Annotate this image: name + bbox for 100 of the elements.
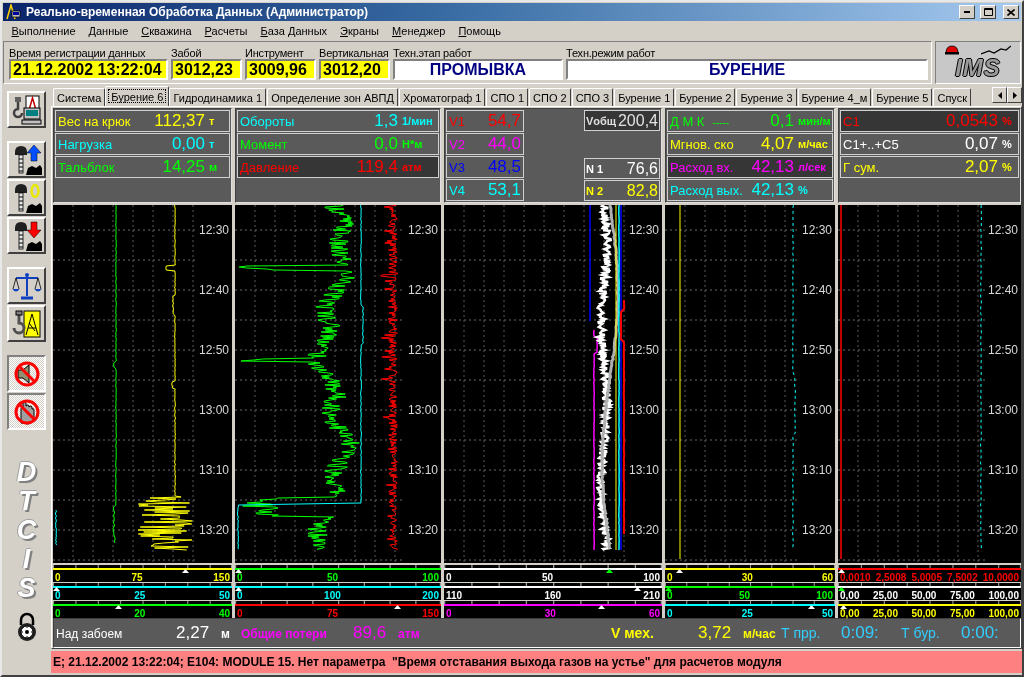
- scale-label: 50: [821, 609, 833, 618]
- status-message: E; 21.12.2002 13:22:04; E104: MODULE 15. Нет параметра "Время отставания выхода газов на устье" для расчетов модуля: [51, 651, 1022, 673]
- field-value: 3009,96: [245, 59, 316, 80]
- scale-label: 20: [134, 609, 146, 618]
- time-label: 12:50: [198, 343, 229, 357]
- tab[interactable]: Бурение 5: [872, 88, 933, 106]
- info-unit: м: [221, 627, 230, 641]
- menu-item[interactable]: Экраны: [333, 24, 386, 37]
- close-button[interactable]: [1003, 5, 1019, 19]
- scale-label: 50,00: [911, 591, 937, 600]
- readout-note: -----: [712, 116, 730, 128]
- scale-label: 100,00: [988, 609, 1019, 618]
- field-value: БУРЕНИЕ: [566, 59, 928, 80]
- info-unit: атм: [398, 627, 420, 641]
- time-label: 12:50: [628, 343, 659, 357]
- tab[interactable]: Бурение 4_м: [797, 88, 872, 106]
- tab[interactable]: СПО 2: [529, 88, 571, 106]
- menu-item[interactable]: Менеджер: [385, 24, 452, 37]
- readout-unit: %: [1001, 115, 1013, 127]
- scale-label: 50,00: [911, 609, 937, 618]
- readout-label: Г сум.: [843, 159, 880, 175]
- hook-derrick-icon: [11, 308, 42, 339]
- readout-value: 14,25: [162, 157, 205, 177]
- readout-value: 76,6: [626, 159, 658, 178]
- menu-item[interactable]: Данные: [82, 24, 135, 37]
- readout-label: Мгнов. ско: [670, 136, 734, 152]
- scale-label: 0: [237, 573, 243, 582]
- time-label: 13:00: [628, 403, 659, 417]
- readout-label: N 2: [586, 184, 604, 197]
- time-label: 12:30: [628, 223, 659, 237]
- readout-label: Расход вых.: [670, 182, 743, 198]
- field-value: 3012,20: [319, 59, 390, 80]
- scroll-right-button[interactable]: [1007, 87, 1022, 103]
- time-label: 13:00: [407, 403, 438, 417]
- maximize-icon: [983, 8, 993, 16]
- info-value: 2,27: [176, 623, 210, 643]
- tab[interactable]: Гидродинамика 1: [169, 88, 267, 106]
- field-value: 3012,23: [171, 59, 242, 80]
- scale-label: 100: [422, 573, 439, 582]
- tab[interactable]: СПО 3: [571, 88, 614, 106]
- info-unit: м/час: [743, 627, 776, 641]
- time-label: 12:30: [987, 223, 1018, 237]
- info-value: 0:00:: [961, 623, 999, 643]
- menu-item[interactable]: Расчеты: [198, 24, 254, 37]
- time-label: 12:40: [198, 283, 229, 297]
- tab[interactable]: Система: [53, 88, 106, 106]
- menu-item[interactable]: Выполнение: [5, 24, 83, 37]
- readout-unit: %: [1001, 161, 1013, 173]
- tab[interactable]: Бурение 3: [736, 88, 797, 106]
- readout-value: 0,1: [770, 111, 794, 131]
- tab[interactable]: Хроматограф 1: [398, 88, 486, 106]
- scale-label: 0,0010: [840, 573, 871, 582]
- tab[interactable]: Спуск: [933, 88, 972, 106]
- readout-label: Момент: [240, 136, 288, 152]
- scroll-left-button[interactable]: [992, 87, 1007, 103]
- scale-label: 2,5008: [875, 573, 907, 582]
- triangle-left-icon: [997, 91, 1002, 99]
- scale-label: 30: [544, 609, 556, 618]
- info-label: V мех.: [611, 625, 655, 641]
- scale-label: 0,00: [840, 609, 860, 618]
- tab[interactable]: Бурение 2: [675, 88, 736, 106]
- toolbar-button[interactable]: [7, 355, 46, 392]
- field-label: Инструмент: [245, 47, 305, 59]
- scale-label: 25,00: [872, 591, 898, 600]
- scale-label: 110: [446, 591, 463, 600]
- info-value: 89,6: [353, 623, 387, 643]
- field-label: Техн.режим работ: [566, 47, 657, 59]
- menu-item[interactable]: Скважина: [134, 24, 199, 37]
- scale-label: 100: [816, 591, 833, 600]
- minimize-button[interactable]: [959, 5, 975, 19]
- maximize-button[interactable]: [980, 5, 996, 19]
- menu-item[interactable]: Помощь: [451, 24, 508, 37]
- tab[interactable]: Определение зон АВПД: [267, 88, 398, 106]
- info-label: Т прр.: [781, 625, 822, 641]
- scale-label: 7,5002: [947, 573, 978, 582]
- info-label: Общие потери: [241, 627, 328, 641]
- time-label: 12:40: [987, 283, 1018, 297]
- readout-label: Нагрузка: [58, 136, 113, 152]
- scale-label: 50: [541, 573, 553, 582]
- readout-unit: Н*м: [401, 138, 424, 150]
- tab[interactable]: СПО 1: [486, 88, 529, 106]
- time-label: 12:40: [407, 283, 438, 297]
- scale-label: 100: [324, 591, 341, 600]
- readout-unit: т: [208, 115, 216, 127]
- readout-value: 0,00: [171, 134, 205, 154]
- readout-value: 0,0: [374, 134, 398, 154]
- time-label: 12:40: [628, 283, 659, 297]
- scale-label: 160: [544, 591, 562, 600]
- scale-label: 100,00: [988, 591, 1019, 600]
- time-label: 12:50: [407, 343, 438, 357]
- scale-label: 30: [741, 573, 753, 582]
- menu-item[interactable]: База Данных: [254, 24, 334, 37]
- scale-label: 75,00: [949, 609, 975, 618]
- toolbar-button[interactable]: [7, 393, 46, 430]
- readout-unit: т: [208, 138, 216, 150]
- time-label: 13:00: [801, 403, 832, 417]
- readout-unit: 1/мин: [401, 115, 434, 127]
- tab[interactable]: Бурение 6: [105, 86, 170, 106]
- tab[interactable]: Бурение 1: [614, 88, 675, 106]
- time-label: 12:30: [801, 223, 832, 237]
